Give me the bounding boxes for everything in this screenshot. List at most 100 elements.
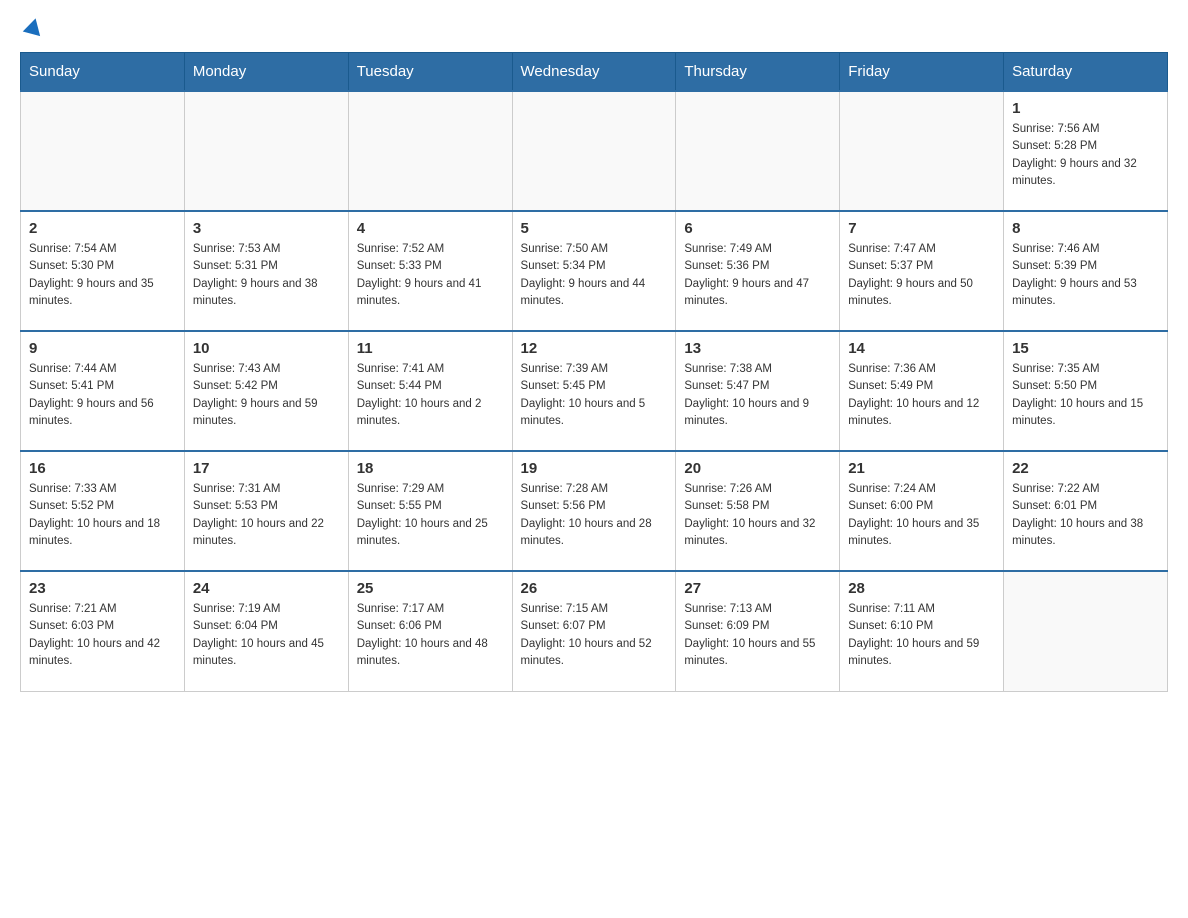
day-number: 26 <box>521 580 668 597</box>
day-header-friday: Friday <box>840 53 1004 92</box>
day-number: 17 <box>193 460 340 477</box>
calendar-cell: 26 Sunrise: 7:15 AMSunset: 6:07 PMDayligh… <box>512 571 676 691</box>
day-sun-info: Sunrise: 7:56 AMSunset: 5:28 PMDaylight:… <box>1012 121 1159 190</box>
calendar-cell: 19 Sunrise: 7:28 AMSunset: 5:56 PMDayligh… <box>512 451 676 571</box>
day-number: 12 <box>521 340 668 357</box>
day-number: 3 <box>193 220 340 237</box>
day-number: 14 <box>848 340 995 357</box>
day-sun-info: Sunrise: 7:28 AMSunset: 5:56 PMDaylight:… <box>521 481 668 550</box>
calendar-cell <box>21 91 185 211</box>
calendar-cell: 3 Sunrise: 7:53 AMSunset: 5:31 PMDaylight… <box>184 211 348 331</box>
day-number: 24 <box>193 580 340 597</box>
day-header-tuesday: Tuesday <box>348 53 512 92</box>
day-number: 10 <box>193 340 340 357</box>
day-sun-info: Sunrise: 7:46 AMSunset: 5:39 PMDaylight:… <box>1012 241 1159 310</box>
day-sun-info: Sunrise: 7:13 AMSunset: 6:09 PMDaylight:… <box>684 601 831 670</box>
calendar-cell: 13Sunrise: 7:38 AMSunset: 5:47 PMDayligh… <box>676 331 840 451</box>
calendar-cell: 8 Sunrise: 7:46 AMSunset: 5:39 PMDaylight… <box>1004 211 1168 331</box>
week-row-4: 16 Sunrise: 7:33 AMSunset: 5:52 PMDayligh… <box>21 451 1168 571</box>
day-sun-info: Sunrise: 7:39 AMSunset: 5:45 PMDaylight:… <box>521 361 668 430</box>
day-number: 28 <box>848 580 995 597</box>
day-sun-info: Sunrise: 7:29 AMSunset: 5:55 PMDaylight:… <box>357 481 504 550</box>
day-sun-info: Sunrise: 7:53 AMSunset: 5:31 PMDaylight:… <box>193 241 340 310</box>
calendar-cell <box>1004 571 1168 691</box>
calendar-cell: 9 Sunrise: 7:44 AMSunset: 5:41 PMDaylight… <box>21 331 185 451</box>
calendar-cell: 27 Sunrise: 7:13 AMSunset: 6:09 PMDayligh… <box>676 571 840 691</box>
day-number: 1 <box>1012 100 1159 117</box>
calendar-cell: 28Sunrise: 7:11 AMSunset: 6:10 PMDayligh… <box>840 571 1004 691</box>
calendar-cell: 17 Sunrise: 7:31 AMSunset: 5:53 PMDayligh… <box>184 451 348 571</box>
calendar-cell: 23 Sunrise: 7:21 AMSunset: 6:03 PMDayligh… <box>21 571 185 691</box>
day-number: 25 <box>357 580 504 597</box>
calendar-cell: 11 Sunrise: 7:41 AMSunset: 5:44 PMDayligh… <box>348 331 512 451</box>
day-sun-info: Sunrise: 7:24 AMSunset: 6:00 PMDaylight:… <box>848 481 995 550</box>
day-number: 4 <box>357 220 504 237</box>
calendar-table: SundayMondayTuesdayWednesdayThursdayFrid… <box>20 52 1168 692</box>
calendar-cell: 18 Sunrise: 7:29 AMSunset: 5:55 PMDayligh… <box>348 451 512 571</box>
day-sun-info: Sunrise: 7:35 AMSunset: 5:50 PMDaylight:… <box>1012 361 1159 430</box>
calendar-cell: 7 Sunrise: 7:47 AMSunset: 5:37 PMDaylight… <box>840 211 1004 331</box>
week-row-5: 23 Sunrise: 7:21 AMSunset: 6:03 PMDayligh… <box>21 571 1168 691</box>
day-sun-info: Sunrise: 7:44 AMSunset: 5:41 PMDaylight:… <box>29 361 176 430</box>
day-sun-info: Sunrise: 7:21 AMSunset: 6:03 PMDaylight:… <box>29 601 176 670</box>
day-number: 6 <box>684 220 831 237</box>
day-number: 2 <box>29 220 176 237</box>
day-header-thursday: Thursday <box>676 53 840 92</box>
calendar-cell: 1 Sunrise: 7:56 AMSunset: 5:28 PMDaylight… <box>1004 91 1168 211</box>
day-number: 9 <box>29 340 176 357</box>
day-sun-info: Sunrise: 7:36 AMSunset: 5:49 PMDaylight:… <box>848 361 995 430</box>
day-sun-info: Sunrise: 7:31 AMSunset: 5:53 PMDaylight:… <box>193 481 340 550</box>
day-number: 11 <box>357 340 504 357</box>
calendar-cell <box>512 91 676 211</box>
calendar-cell: 16 Sunrise: 7:33 AMSunset: 5:52 PMDayligh… <box>21 451 185 571</box>
day-number: 27 <box>684 580 831 597</box>
day-sun-info: Sunrise: 7:15 AMSunset: 6:07 PMDaylight:… <box>521 601 668 670</box>
week-row-2: 2 Sunrise: 7:54 AMSunset: 5:30 PMDaylight… <box>21 211 1168 331</box>
day-sun-info: Sunrise: 7:22 AMSunset: 6:01 PMDaylight:… <box>1012 481 1159 550</box>
calendar-cell: 14 Sunrise: 7:36 AMSunset: 5:49 PMDayligh… <box>840 331 1004 451</box>
calendar-cell: 4 Sunrise: 7:52 AMSunset: 5:33 PMDaylight… <box>348 211 512 331</box>
day-sun-info: Sunrise: 7:17 AMSunset: 6:06 PMDaylight:… <box>357 601 504 670</box>
calendar-cell <box>840 91 1004 211</box>
day-sun-info: Sunrise: 7:47 AMSunset: 5:37 PMDaylight:… <box>848 241 995 310</box>
calendar-cell: 25 Sunrise: 7:17 AMSunset: 6:06 PMDayligh… <box>348 571 512 691</box>
calendar-header-row: SundayMondayTuesdayWednesdayThursdayFrid… <box>21 53 1168 92</box>
day-number: 19 <box>521 460 668 477</box>
day-number: 16 <box>29 460 176 477</box>
logo <box>20 20 42 36</box>
calendar-cell: 22 Sunrise: 7:22 AMSunset: 6:01 PMDayligh… <box>1004 451 1168 571</box>
day-sun-info: Sunrise: 7:41 AMSunset: 5:44 PMDaylight:… <box>357 361 504 430</box>
calendar-cell: 2 Sunrise: 7:54 AMSunset: 5:30 PMDaylight… <box>21 211 185 331</box>
day-sun-info: Sunrise: 7:52 AMSunset: 5:33 PMDaylight:… <box>357 241 504 310</box>
day-sun-info: Sunrise: 7:33 AMSunset: 5:52 PMDaylight:… <box>29 481 176 550</box>
day-number: 23 <box>29 580 176 597</box>
day-sun-info: Sunrise: 7:50 AMSunset: 5:34 PMDaylight:… <box>521 241 668 310</box>
week-row-3: 9 Sunrise: 7:44 AMSunset: 5:41 PMDaylight… <box>21 331 1168 451</box>
page-header <box>20 20 1168 36</box>
calendar-cell: 20 Sunrise: 7:26 AMSunset: 5:58 PMDayligh… <box>676 451 840 571</box>
day-sun-info: Sunrise: 7:26 AMSunset: 5:58 PMDaylight:… <box>684 481 831 550</box>
day-header-sunday: Sunday <box>21 53 185 92</box>
day-number: 5 <box>521 220 668 237</box>
calendar-cell <box>676 91 840 211</box>
calendar-cell: 5 Sunrise: 7:50 AMSunset: 5:34 PMDaylight… <box>512 211 676 331</box>
day-sun-info: Sunrise: 7:19 AMSunset: 6:04 PMDaylight:… <box>193 601 340 670</box>
calendar-cell <box>348 91 512 211</box>
calendar-cell <box>184 91 348 211</box>
calendar-cell: 15 Sunrise: 7:35 AMSunset: 5:50 PMDayligh… <box>1004 331 1168 451</box>
day-number: 18 <box>357 460 504 477</box>
day-number: 8 <box>1012 220 1159 237</box>
day-number: 7 <box>848 220 995 237</box>
calendar-cell: 10 Sunrise: 7:43 AMSunset: 5:42 PMDayligh… <box>184 331 348 451</box>
day-number: 20 <box>684 460 831 477</box>
day-number: 13 <box>684 340 831 357</box>
day-number: 15 <box>1012 340 1159 357</box>
calendar-cell: 21 Sunrise: 7:24 AMSunset: 6:00 PMDayligh… <box>840 451 1004 571</box>
day-sun-info: Sunrise: 7:49 AMSunset: 5:36 PMDaylight:… <box>684 241 831 310</box>
calendar-cell: 6 Sunrise: 7:49 AMSunset: 5:36 PMDaylight… <box>676 211 840 331</box>
day-sun-info: Sunrise: 7:54 AMSunset: 5:30 PMDaylight:… <box>29 241 176 310</box>
day-number: 22 <box>1012 460 1159 477</box>
day-sun-info: Sunrise: 7:43 AMSunset: 5:42 PMDaylight:… <box>193 361 340 430</box>
day-number: 21 <box>848 460 995 477</box>
day-header-saturday: Saturday <box>1004 53 1168 92</box>
